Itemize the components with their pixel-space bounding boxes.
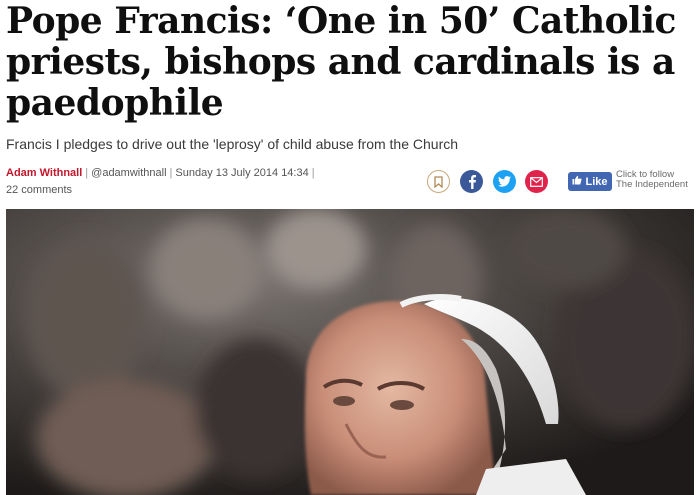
bookmark-button[interactable] [427, 170, 450, 193]
author-link[interactable]: Adam Withnall [6, 167, 82, 179]
comments-link[interactable]: 22 comments [6, 184, 72, 196]
bookmark-icon [434, 175, 443, 188]
follow-text: Click to follow The Independent [616, 170, 688, 190]
article-headline: Pope Francis: ‘One in 50’ Catholic pries… [6, 0, 676, 124]
thumbs-up-icon [572, 175, 583, 188]
follow-text-line2: The Independent [616, 179, 688, 190]
email-share-button[interactable] [525, 170, 548, 193]
byline-separator: | [85, 167, 89, 179]
byline-separator: | [311, 167, 315, 179]
article-standfirst: Francis I pledges to drive out the 'lepr… [6, 136, 459, 152]
publish-date: Sunday 13 July 2014 14:34 [175, 167, 309, 179]
byline: Adam Withnall | @adamwithnall | Sunday 13 Ju… [6, 167, 318, 179]
hero-image [6, 209, 694, 495]
facebook-share-button[interactable] [460, 170, 483, 193]
facebook-like-button[interactable]: Like [568, 172, 612, 191]
twitter-icon [498, 176, 511, 187]
like-label: Like [585, 175, 608, 188]
hero-photo-pope [6, 209, 694, 495]
twitter-share-button[interactable] [493, 170, 516, 193]
twitter-handle-link[interactable]: @adamwithnall [91, 167, 166, 179]
email-icon [530, 176, 543, 187]
facebook-icon [467, 174, 477, 189]
